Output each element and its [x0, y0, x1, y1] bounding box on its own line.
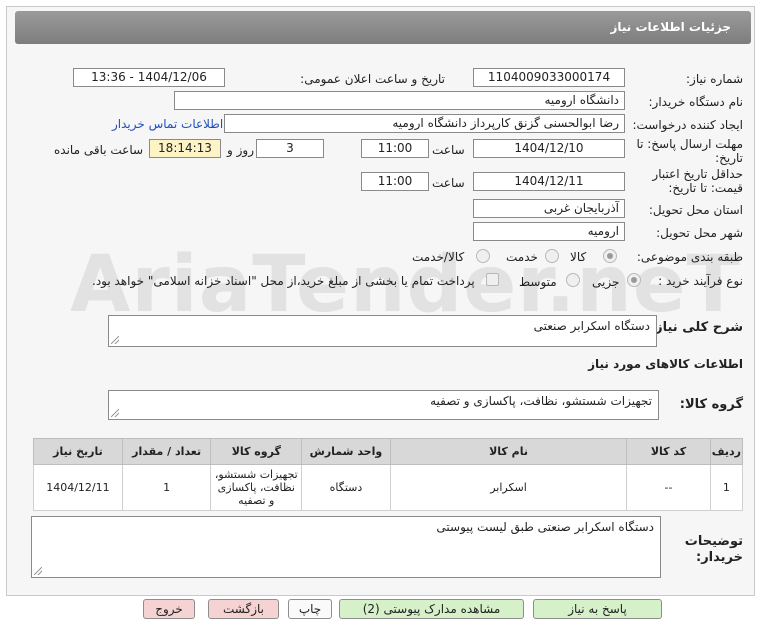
category-goods-radio[interactable] [603, 249, 617, 263]
header-quantity: تعداد / مقدار [121, 438, 212, 465]
reply-button[interactable]: پاسخ به نیاز [533, 599, 662, 619]
back-button[interactable]: بازگشت [208, 599, 279, 619]
city-field[interactable]: ارومیه [473, 222, 625, 241]
buyer-contact-link[interactable]: اطلاعات تماس خریدار [112, 117, 223, 131]
cell-row-number: 1 [709, 464, 744, 511]
header-item-code: کد کالا [626, 438, 711, 465]
province-field[interactable]: آذربایجان غربی [473, 199, 625, 218]
header-need-date: تاریخ نیاز [33, 438, 123, 465]
validity-label: حداقل تاریخ اعتبار [652, 167, 743, 181]
view-attachments-button[interactable]: مشاهده مدارک پیوستی (2) [339, 599, 524, 619]
deadline-label: مهلت ارسال پاسخ: تا [636, 137, 743, 151]
province-label: استان محل تحویل: [648, 203, 743, 217]
validity-label-2: قیمت: تا تاریخ: [668, 181, 743, 195]
cell-quantity: 1 [121, 464, 212, 511]
deadline-date-field[interactable]: 1404/12/10 [473, 139, 625, 158]
cell-item-name: اسکرابر [389, 464, 628, 511]
category-label: طبقه بندی موضوعی: [636, 250, 743, 264]
announce-label: تاریخ و ساعت اعلان عمومی: [300, 72, 445, 86]
category-service-label: خدمت [506, 250, 538, 264]
summary-text: دستگاه اسکرابر صنعتی [533, 319, 650, 333]
category-goods-service-radio[interactable] [476, 249, 490, 263]
summary-field[interactable]: دستگاه اسکرابر صنعتی [108, 315, 657, 347]
print-button[interactable]: چاپ [288, 599, 332, 619]
deadline-time-label: ساعت [432, 143, 465, 157]
resize-grip-icon[interactable] [34, 567, 42, 575]
time-remaining-field[interactable]: 18:14:13 [149, 139, 221, 158]
resize-grip-icon[interactable] [111, 336, 119, 344]
buyer-notes-label: توضیحات [684, 534, 743, 549]
cell-need-date: 1404/12/11 [33, 464, 123, 511]
header-unit: واحد شمارش [301, 438, 391, 465]
deadline-time-field[interactable]: 11:00 [361, 139, 429, 158]
buyer-notes-text: دستگاه اسکرابر صنعتی طبق لیست پیوستی [436, 520, 654, 534]
need-number-field[interactable]: 1104009033000174 [473, 68, 625, 87]
exit-button[interactable]: خروج [143, 599, 195, 619]
process-minor-radio[interactable] [627, 273, 641, 287]
category-goods-service-label: کالا/خدمت [412, 250, 465, 264]
announce-field[interactable]: 1404/12/06 - 13:36 [73, 68, 225, 87]
process-medium-label: متوسط [519, 275, 557, 289]
creator-field[interactable]: رضا ابوالحسنی گزنق کارپرداز دانشگاه اروم… [224, 114, 625, 133]
category-goods-label: کالا [570, 250, 587, 264]
treasury-text: پرداخت تمام یا بخشی از مبلغ خرید،از محل … [92, 274, 475, 288]
city-label: شهر محل تحویل: [656, 226, 743, 240]
cell-unit: دستگاه [301, 464, 391, 511]
buyer-org-field[interactable]: دانشگاه ارومیه [174, 91, 625, 110]
process-minor-label: جزیی [592, 275, 620, 289]
cell-item-code: -- [626, 464, 711, 511]
process-medium-radio[interactable] [566, 273, 580, 287]
goods-section-title: اطلاعات کالاهای مورد نیاز [588, 357, 743, 371]
header-item-name: نام کالا [389, 438, 628, 465]
category-service-radio[interactable] [545, 249, 559, 263]
summary-label: شرح کلی نیاز: [649, 320, 743, 335]
days-label: روز و [227, 143, 254, 157]
goods-group-field[interactable]: تجهیزات شستشو، نظافت، پاکسازی و تصفیه [108, 390, 659, 420]
buyer-notes-field[interactable]: دستگاه اسکرابر صنعتی طبق لیست پیوستی [31, 516, 661, 578]
treasury-checkbox[interactable] [486, 273, 499, 286]
table-row: 1 -- اسکرابر دستگاه تجهیزات شستشو، نظافت… [33, 464, 744, 511]
validity-time-field[interactable]: 11:00 [361, 172, 429, 191]
creator-label: ایجاد کننده درخواست: [632, 118, 743, 132]
time-remaining-label: ساعت باقی مانده [54, 143, 144, 157]
validity-time-label: ساعت [432, 176, 465, 190]
process-label: نوع فرآیند خرید : [658, 274, 743, 288]
cell-item-group: تجهیزات شستشو، نظافت، پاکسازی و تصفیه [210, 464, 303, 511]
header-row-number: ردیف [709, 438, 744, 465]
goods-group-text: تجهیزات شستشو، نظافت، پاکسازی و تصفیه [430, 394, 652, 408]
header-item-group: گروه کالا [210, 438, 303, 465]
page-title: جزئیات اطلاعات نیاز [15, 11, 751, 44]
days-remaining-field[interactable]: 3 [256, 139, 324, 158]
resize-grip-icon[interactable] [111, 409, 119, 417]
validity-date-field[interactable]: 1404/12/11 [473, 172, 625, 191]
need-number-label: شماره نیاز: [686, 72, 743, 86]
buyer-org-label: نام دستگاه خریدار: [648, 95, 744, 109]
deadline-label-2: تاریخ: [715, 151, 743, 165]
items-table: ردیف کد کالا نام کالا واحد شمارش گروه کا… [33, 438, 744, 511]
goods-group-label: گروه کالا: [679, 397, 743, 412]
buyer-notes-label-2: خریدار: [696, 550, 743, 565]
